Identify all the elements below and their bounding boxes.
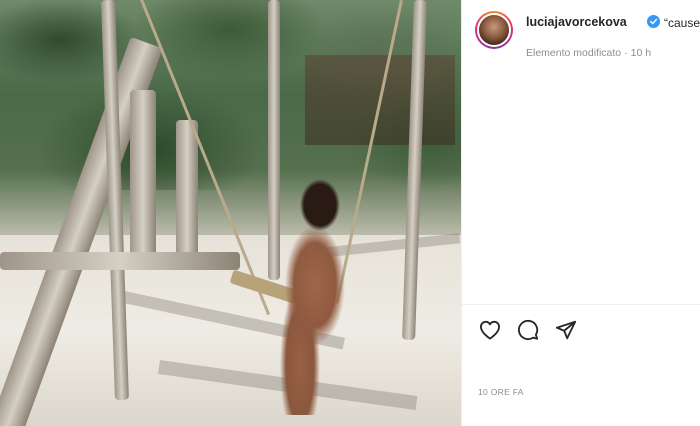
post-actions bbox=[478, 318, 578, 344]
avatar[interactable] bbox=[475, 11, 513, 49]
comment-icon bbox=[518, 319, 539, 341]
post-sidebar: luciajavorcekova “cause life Elemento mo… bbox=[461, 0, 700, 426]
edited-info: Elemento modificato · 10 h bbox=[526, 47, 651, 59]
heart-icon bbox=[479, 320, 500, 340]
share-button[interactable] bbox=[554, 318, 578, 342]
comment-button[interactable] bbox=[516, 318, 540, 342]
edited-label: Elemento modificato bbox=[526, 47, 622, 59]
instagram-post: luciajavorcekova “cause life Elemento mo… bbox=[0, 0, 700, 426]
username-link[interactable]: luciajavorcekova bbox=[526, 15, 627, 29]
profile-avatar-image bbox=[477, 13, 511, 47]
like-button[interactable] bbox=[478, 318, 502, 342]
post-photo[interactable] bbox=[0, 0, 461, 426]
edited-time[interactable]: 10 h bbox=[631, 47, 651, 59]
separator-dot: · bbox=[624, 47, 628, 59]
caption-preview: “cause life bbox=[664, 16, 700, 30]
paper-plane-icon bbox=[555, 320, 577, 340]
person-on-swing bbox=[270, 175, 348, 415]
wooden-rail bbox=[0, 252, 240, 270]
divider bbox=[462, 304, 700, 305]
wooden-pole bbox=[130, 90, 156, 260]
verified-badge-icon bbox=[647, 15, 660, 28]
wooden-pole bbox=[176, 120, 198, 260]
post-header: luciajavorcekova “cause life Elemento mo… bbox=[462, 0, 700, 70]
post-timestamp[interactable]: 10 ORE FA bbox=[478, 387, 524, 397]
